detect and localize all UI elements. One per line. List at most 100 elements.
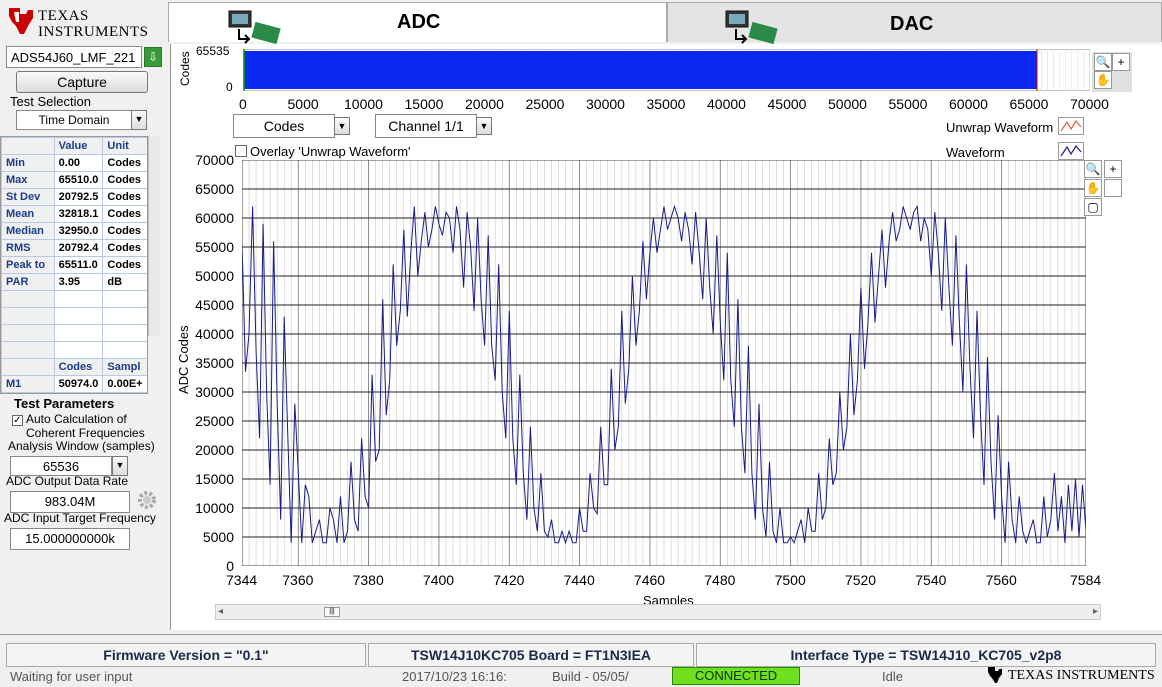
overview-ylabel: Codes — [178, 51, 192, 87]
tab-adc[interactable]: ADC — [168, 2, 667, 45]
chart-ytick: 5000 — [202, 529, 234, 545]
tab-dac[interactable]: DAC — [667, 2, 1162, 45]
stat-unit: dB — [102, 273, 147, 291]
overview-xtick: 0 — [239, 96, 247, 112]
test-selection-label: Test Selection — [10, 94, 91, 109]
scroll-right-icon[interactable]: ▸ — [1093, 606, 1098, 617]
overview-xtick: 30000 — [586, 96, 625, 112]
chart-ytick: 10000 — [195, 500, 234, 516]
target-input[interactable]: 15.000000000k — [10, 528, 130, 550]
status-bar: Firmware Version = "0.1" TSW14J10KC705 B… — [0, 634, 1162, 685]
legend-unwrap-swatch[interactable] — [1058, 117, 1084, 135]
chart-xaxis: 7344 7360 7380 7400 7420 7440 7460 7480 7500 7520… — [200, 572, 1120, 590]
pan-hand-icon[interactable]: ✋ — [1094, 71, 1112, 89]
main-chart[interactable] — [242, 160, 1086, 566]
stat-name: Mean — [1, 205, 55, 223]
rate-input[interactable]: 983.04M — [10, 491, 130, 513]
overview-xtick: 45000 — [767, 96, 807, 112]
table-row[interactable]: PAR 3.95 dB — [1, 273, 147, 291]
status-build: Build - 05/05/ — [552, 669, 629, 684]
stat-unit: Codes — [102, 239, 147, 257]
chart-ytick: 35000 — [195, 355, 234, 371]
zoom-fit-icon[interactable]: ▢ — [1084, 198, 1102, 216]
table-row[interactable]: Min 0.00 Codes — [1, 154, 147, 172]
unit-select[interactable]: Codes — [233, 114, 335, 138]
table-row[interactable]: Median 32950.0 Codes — [1, 222, 147, 240]
interface-type: Interface Type = TSW14J10_KC705_v2p8 — [696, 643, 1156, 667]
legend-waveform-label: Waveform — [946, 145, 1005, 160]
pan-hand-icon[interactable]: ✋ — [1084, 179, 1102, 197]
table-row[interactable]: Peak to 65511.0 Codes — [1, 256, 147, 274]
chart-xtick: 7560 — [985, 572, 1017, 588]
table-row[interactable]: Mean 32818.1 Codes — [1, 205, 147, 223]
ti-logo-icon — [9, 8, 33, 34]
cursor-plus-icon[interactable]: + — [1104, 160, 1122, 178]
chart-xtick: 7460 — [633, 572, 666, 588]
stat-value: 65511.0 — [53, 256, 104, 274]
ti-logo-text-2: Instruments — [38, 24, 149, 40]
stat-name: Max — [1, 171, 55, 189]
chart-ytick: 60000 — [195, 210, 234, 226]
marker-codes: 50974.0 — [53, 375, 104, 393]
table-row[interactable]: Max 65510.0 Codes — [1, 171, 147, 189]
overview-xtick: 60000 — [949, 96, 988, 112]
chevron-down-icon[interactable]: ▼ — [131, 110, 147, 130]
overview-xtick: 10000 — [344, 96, 383, 112]
device-select[interactable]: ADS54J60_LMF_221 — [6, 46, 142, 68]
overview-xtick: 15000 — [404, 96, 444, 112]
auto-calc-checkbox[interactable]: ✓ — [12, 415, 23, 426]
ti-logo-text: Texas — [38, 8, 89, 24]
adc-board-icon — [228, 10, 281, 45]
legend-waveform-swatch[interactable] — [1058, 142, 1084, 160]
stats-header: Value — [53, 137, 104, 155]
zoom-icon[interactable]: 🔍 — [1084, 160, 1102, 178]
chevron-down-icon[interactable]: ▼ — [334, 117, 350, 135]
chart-ytick: 45000 — [195, 297, 234, 313]
stat-unit: Codes — [102, 256, 147, 274]
board-id: TSW14J10KC705 Board = FT1N3IEA — [368, 643, 694, 667]
scroll-left-icon[interactable]: ◂ — [218, 606, 223, 617]
stats-scrollbar[interactable] — [148, 136, 160, 336]
overview-plot[interactable] — [243, 49, 1090, 91]
overview-ytick: 0 — [226, 80, 233, 94]
overview-xtick: 55000 — [888, 96, 928, 112]
test-params-title: Test Parameters — [14, 396, 115, 411]
legend-unwrap-label: Unwrap Waveform — [946, 120, 1054, 135]
chart-tools: 🔍 + ✋ ▢ — [1084, 160, 1126, 220]
device-load-button[interactable]: ⇩ — [144, 47, 162, 67]
window-select[interactable]: 65536 — [10, 456, 112, 476]
stat-unit: Codes — [102, 154, 147, 172]
gear-icon[interactable] — [136, 489, 158, 511]
stat-value: 32818.1 — [53, 205, 104, 223]
stats-header — [1, 137, 55, 155]
chevron-down-icon[interactable]: ▼ — [112, 456, 128, 476]
table-row — [1, 307, 147, 325]
scroll-thumb[interactable]: ||| — [324, 607, 340, 617]
chart-ytick: 65000 — [195, 181, 234, 197]
stat-value: 65510.0 — [53, 171, 104, 189]
channel-select[interactable]: Channel 1/1 — [375, 114, 477, 138]
left-panel: Texas Instruments ADS54J60_LMF_221 ⇩ Cap… — [0, 0, 168, 630]
zoom-icon[interactable]: 🔍 — [1094, 53, 1112, 71]
chevron-down-icon[interactable]: ▼ — [476, 117, 492, 135]
blank-tool-icon[interactable] — [1104, 179, 1122, 197]
status-message: Waiting for user input — [10, 669, 133, 684]
rate-label: ADC Output Data Rate — [6, 474, 129, 488]
stat-value: 3.95 — [53, 273, 104, 291]
chart-xtick: 7440 — [563, 572, 595, 588]
table-row[interactable]: RMS 20792.4 Codes — [1, 239, 147, 257]
marker-name: M1 — [1, 375, 55, 393]
table-row[interactable]: M1 50974.0 0.00E+ — [1, 375, 147, 393]
cursor-plus-icon[interactable]: + — [1112, 53, 1130, 71]
stat-name: Peak to — [1, 256, 55, 274]
chart-ytick: 55000 — [195, 239, 234, 255]
stat-name: St Dev — [1, 188, 55, 206]
chart-ytick: 50000 — [195, 268, 234, 284]
table-row — [1, 290, 147, 308]
target-label: ADC Input Target Frequency — [4, 511, 156, 525]
test-selection-select[interactable]: Time Domain — [16, 110, 132, 130]
capture-button[interactable]: Capture — [16, 71, 148, 93]
table-row[interactable]: St Dev 20792.5 Codes — [1, 188, 147, 206]
stat-unit: Codes — [102, 188, 147, 206]
chart-scrollbar[interactable]: ◂ ||| ▸ — [215, 604, 1101, 620]
